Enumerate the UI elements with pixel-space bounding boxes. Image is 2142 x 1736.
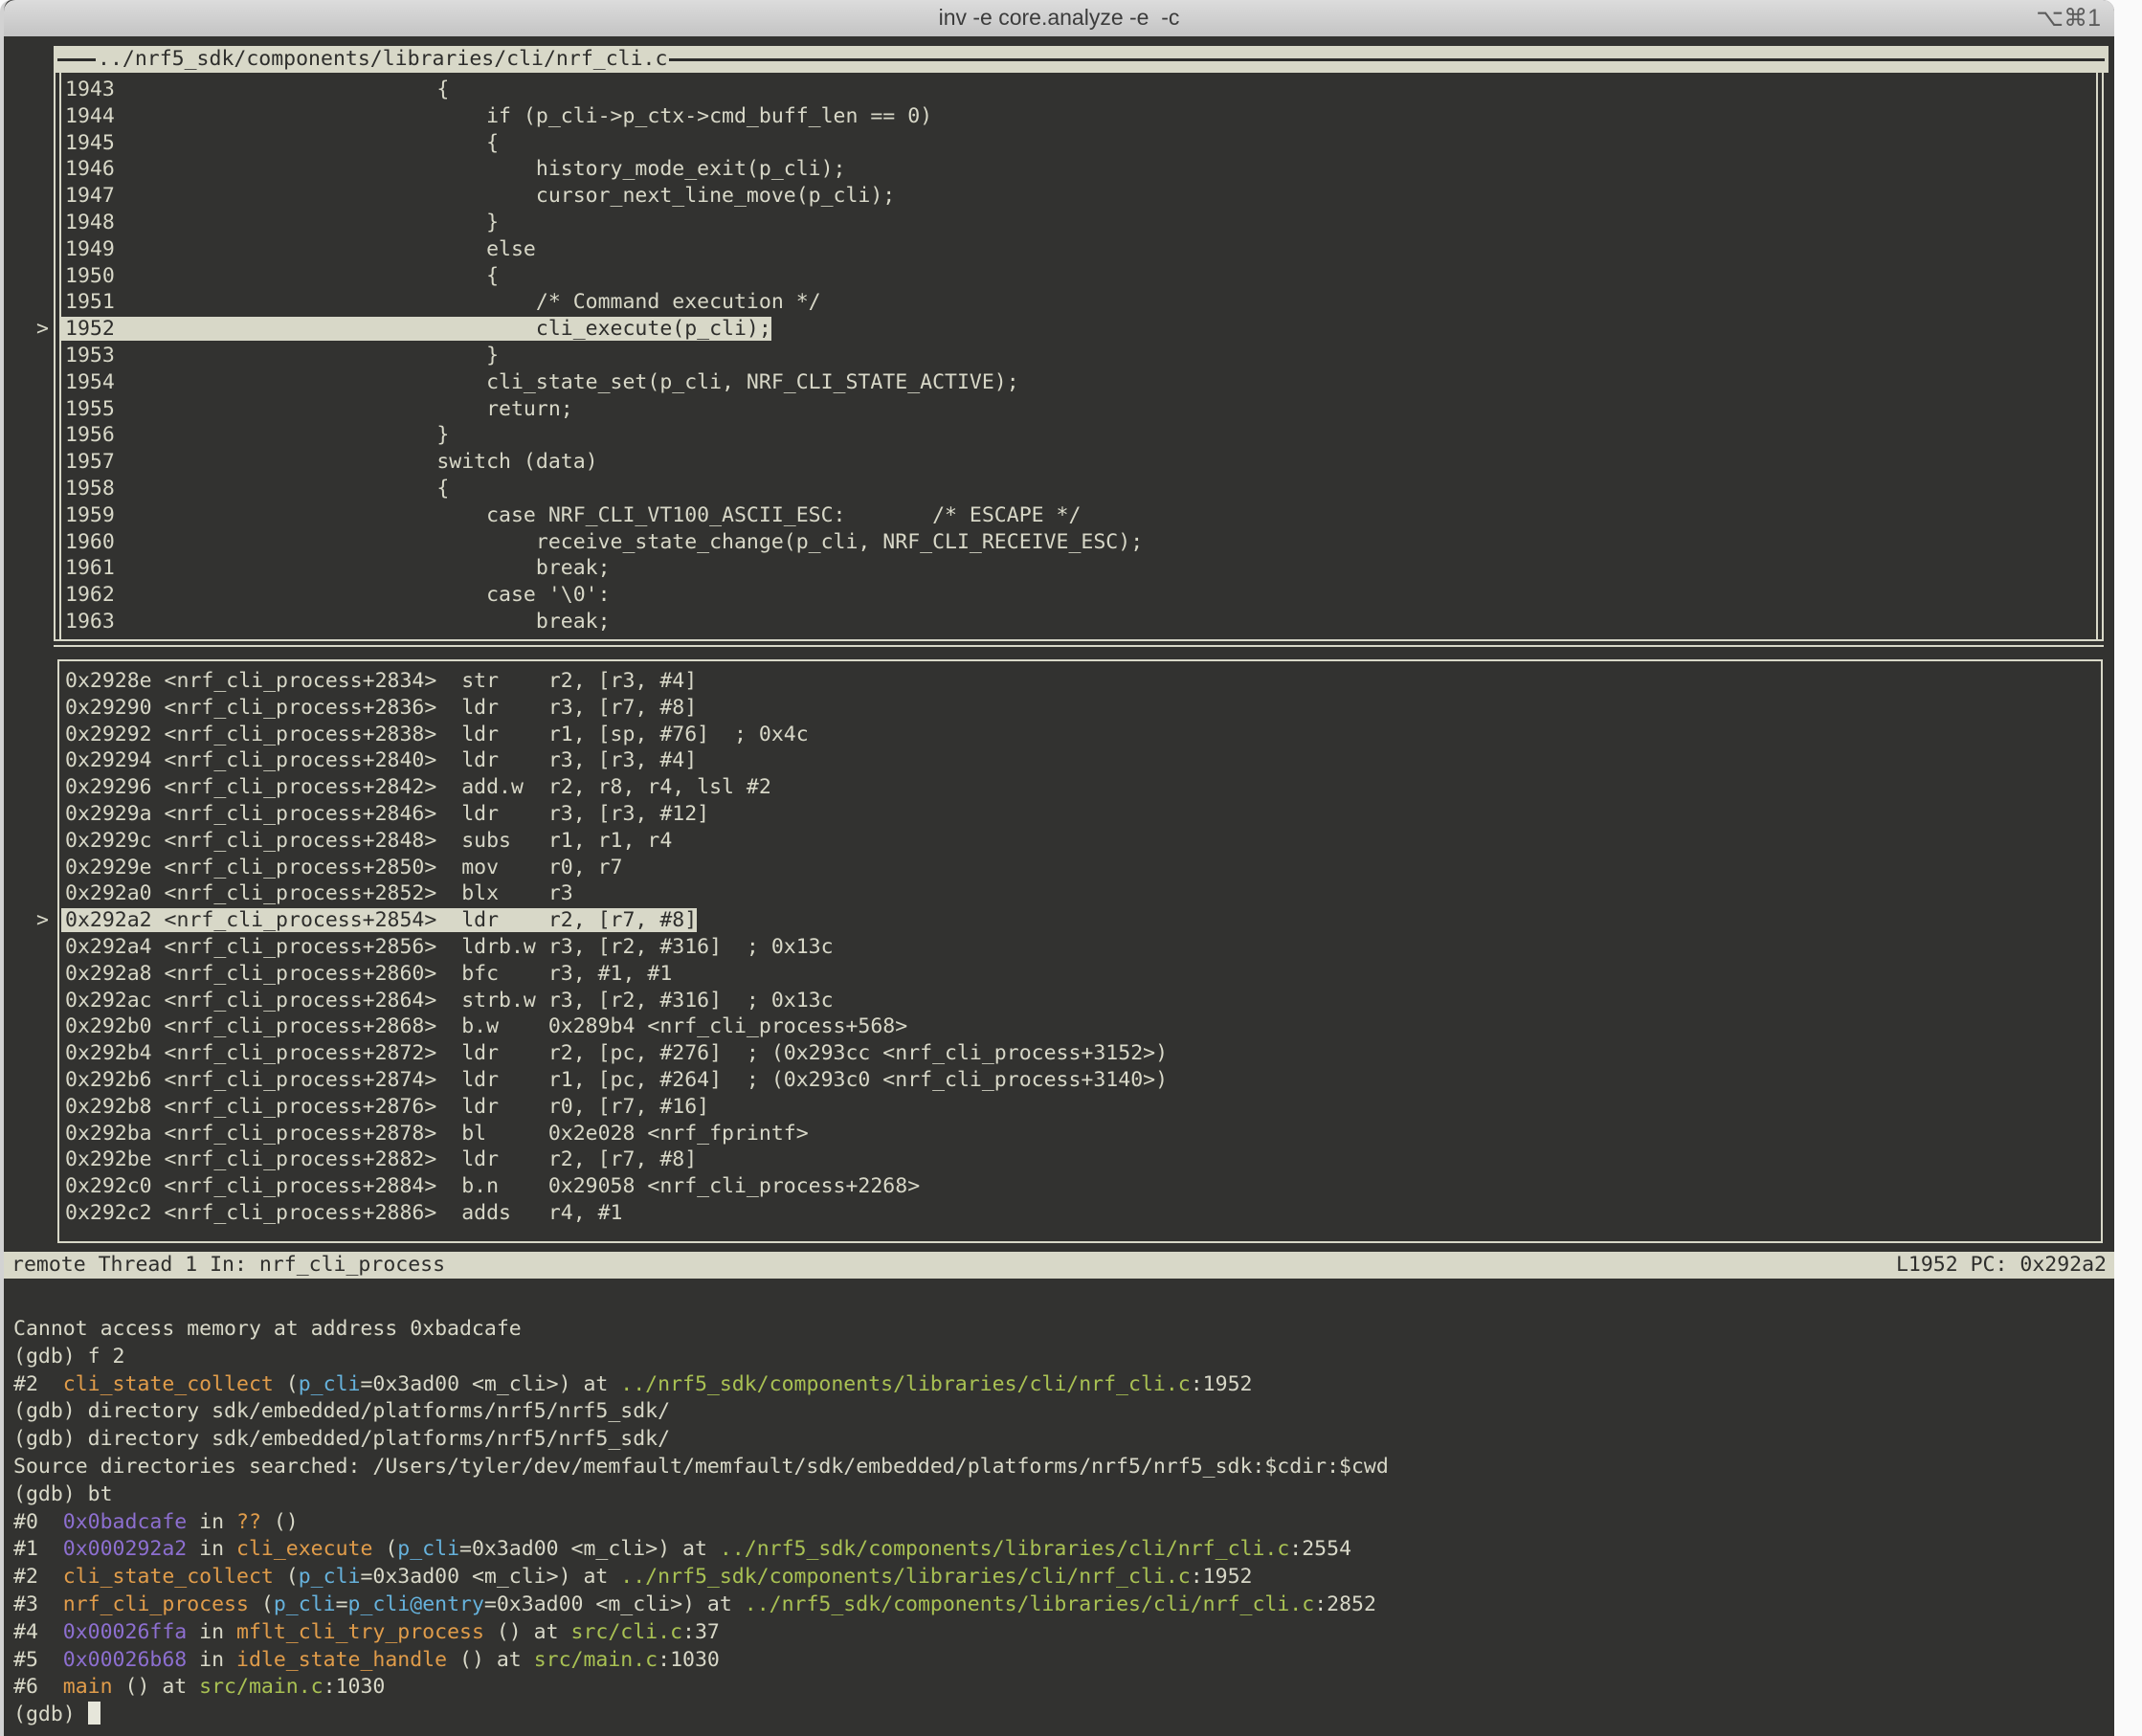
border-top-line bbox=[669, 58, 2105, 61]
asm-line: 0x292a0 <nrf_cli_process+2852> blx r3 bbox=[61, 880, 2028, 907]
gdb-console[interactable]: Cannot access memory at address 0xbadcaf… bbox=[4, 1316, 2086, 1729]
source-line: 1943 { bbox=[61, 77, 2038, 103]
source-file-path: ../nrf5_sdk/components/libraries/cli/nrf… bbox=[96, 46, 669, 73]
asm-line: 0x292c2 <nrf_cli_process+2886> adds r4, … bbox=[61, 1200, 2028, 1227]
source-line: 1959 case NRF_CLI_VT100_ASCII_ESC: /* ES… bbox=[61, 502, 2038, 529]
console-line: Cannot access memory at address 0xbadcaf… bbox=[13, 1316, 2086, 1344]
source-line: 1948 } bbox=[61, 210, 2038, 236]
asm-line: >0x292a2 <nrf_cli_process+2854> ldr r2, … bbox=[61, 907, 2028, 934]
console-line: #2 cli_state_collect (p_cli=0x3ad00 <m_c… bbox=[13, 1371, 2086, 1399]
console-line: #1 0x000292a2 in cli_execute (p_cli=0x3a… bbox=[13, 1536, 2086, 1564]
source-line: 1945 { bbox=[61, 130, 2038, 157]
asm-line: 0x2928e <nrf_cli_process+2834> str r2, [… bbox=[61, 668, 2028, 695]
console-line: (gdb) bbox=[13, 1702, 2086, 1729]
border-corner-line bbox=[57, 58, 96, 61]
asm-window: 0x2928e <nrf_cli_process+2834> str r2, [… bbox=[61, 668, 2028, 1227]
source-line: 1951 /* Command execution */ bbox=[61, 289, 2038, 316]
source-line: 1954 cli_state_set(p_cli, NRF_CLI_STATE_… bbox=[61, 369, 2038, 396]
execution-marker-icon: > bbox=[36, 907, 49, 934]
console-line: #2 cli_state_collect (p_cli=0x3ad00 <m_c… bbox=[13, 1564, 2086, 1591]
execution-marker-icon: > bbox=[36, 316, 49, 343]
source-line: 1953 } bbox=[61, 343, 2038, 369]
source-line: 1946 history_mode_exit(p_cli); bbox=[61, 156, 2038, 183]
asm-line: 0x2929a <nrf_cli_process+2846> ldr r3, [… bbox=[61, 801, 2028, 828]
console-line: (gdb) bt bbox=[13, 1481, 2086, 1509]
asm-line: 0x29294 <nrf_cli_process+2840> ldr r3, [… bbox=[61, 747, 2028, 774]
asm-line: 0x292b4 <nrf_cli_process+2872> ldr r2, [… bbox=[61, 1040, 2028, 1067]
asm-line: 0x292b0 <nrf_cli_process+2868> b.w 0x289… bbox=[61, 1013, 2028, 1040]
source-line: 1950 { bbox=[61, 263, 2038, 290]
asm-line: 0x292b6 <nrf_cli_process+2874> ldr r1, [… bbox=[61, 1067, 2028, 1094]
source-line: 1958 { bbox=[61, 476, 2038, 502]
source-line: 1963 break; bbox=[61, 609, 2038, 635]
source-line: 1956 } bbox=[61, 422, 2038, 449]
source-line: 1961 break; bbox=[61, 555, 2038, 582]
status-line-pc-info: L1952 PC: 0x292a2 bbox=[1896, 1252, 2107, 1279]
source-window-left-border bbox=[54, 73, 61, 639]
asm-window-bottom-border bbox=[57, 1241, 2103, 1243]
source-line: 1955 return; bbox=[61, 396, 2038, 423]
source-line: 1949 else bbox=[61, 236, 2038, 263]
source-line: 1960 receive_state_change(p_cli, NRF_CLI… bbox=[61, 529, 2038, 556]
asm-line: 0x29290 <nrf_cli_process+2836> ldr r3, [… bbox=[61, 695, 2028, 722]
terminal-cursor[interactable] bbox=[88, 1702, 100, 1725]
asm-line: 0x292a4 <nrf_cli_process+2856> ldrb.w r3… bbox=[61, 934, 2028, 961]
terminal-window: inv -e core.analyze -e -c ⌥⌘1 ../nrf5_sd… bbox=[0, 0, 2114, 1736]
console-line: #5 0x00026b68 in idle_state_handle () at… bbox=[13, 1647, 2086, 1675]
source-line: 1944 if (p_cli->p_ctx->cmd_buff_len == 0… bbox=[61, 103, 2038, 130]
asm-line: 0x292b8 <nrf_cli_process+2876> ldr r0, [… bbox=[61, 1094, 2028, 1121]
source-window: 1943 {1944 if (p_cli->p_ctx->cmd_buff_le… bbox=[61, 77, 2038, 635]
asm-line: 0x292be <nrf_cli_process+2882> ldr r2, [… bbox=[61, 1146, 2028, 1173]
asm-line: 0x2929e <nrf_cli_process+2850> mov r0, r… bbox=[61, 855, 2028, 881]
console-line: #6 main () at src/main.c:1030 bbox=[13, 1674, 2086, 1702]
asm-line: 0x292ba <nrf_cli_process+2878> bl 0x2e02… bbox=[61, 1121, 2028, 1147]
source-window-title-bar: ../nrf5_sdk/components/libraries/cli/nrf… bbox=[54, 46, 2109, 73]
asm-line: 0x292a8 <nrf_cli_process+2860> bfc r3, #… bbox=[61, 961, 2028, 988]
asm-line: 0x29296 <nrf_cli_process+2842> add.w r2,… bbox=[61, 774, 2028, 801]
asm-line: 0x292c0 <nrf_cli_process+2884> b.n 0x290… bbox=[61, 1173, 2028, 1200]
terminal-content[interactable]: ../nrf5_sdk/components/libraries/cli/nrf… bbox=[4, 36, 2114, 1736]
asm-line: 0x29292 <nrf_cli_process+2838> ldr r1, [… bbox=[61, 722, 2028, 748]
console-line: #3 nrf_cli_process (p_cli=p_cli@entry=0x… bbox=[13, 1591, 2086, 1619]
console-line: (gdb) directory sdk/embedded/platforms/n… bbox=[13, 1426, 2086, 1454]
asm-window-left-border bbox=[57, 659, 59, 1243]
asm-window-right-border bbox=[2101, 659, 2103, 1243]
source-line: 1962 case '\0': bbox=[61, 582, 2038, 609]
source-window-right-border bbox=[2096, 73, 2104, 639]
asm-line: 0x2929c <nrf_cli_process+2848> subs r1, … bbox=[61, 828, 2028, 855]
console-line: (gdb) f 2 bbox=[13, 1344, 2086, 1371]
tui-status-bar: remote Thread 1 In: nrf_cli_process L195… bbox=[4, 1252, 2114, 1279]
source-line: 1957 switch (data) bbox=[61, 449, 2038, 476]
window-titlebar[interactable]: inv -e core.analyze -e -c ⌥⌘1 bbox=[4, 0, 2114, 37]
source-line: >1952 cli_execute(p_cli); bbox=[61, 316, 2038, 343]
console-line: #0 0x0badcafe in ?? () bbox=[13, 1509, 2086, 1537]
console-line: #4 0x00026ffa in mflt_cli_try_process ()… bbox=[13, 1619, 2086, 1647]
tab-shortcut-indicator: ⌥⌘1 bbox=[2036, 4, 2101, 33]
console-line: Source directories searched: /Users/tyle… bbox=[13, 1454, 2086, 1481]
window-title: inv -e core.analyze -e -c bbox=[4, 5, 2114, 31]
console-line: (gdb) directory sdk/embedded/platforms/n… bbox=[13, 1398, 2086, 1426]
source-line: 1947 cursor_next_line_move(p_cli); bbox=[61, 183, 2038, 210]
source-window-bottom-border bbox=[54, 639, 2104, 647]
asm-line: 0x292ac <nrf_cli_process+2864> strb.w r3… bbox=[61, 988, 2028, 1014]
status-thread-info: remote Thread 1 In: nrf_cli_process bbox=[11, 1252, 445, 1279]
asm-window-top-border bbox=[57, 659, 2103, 661]
